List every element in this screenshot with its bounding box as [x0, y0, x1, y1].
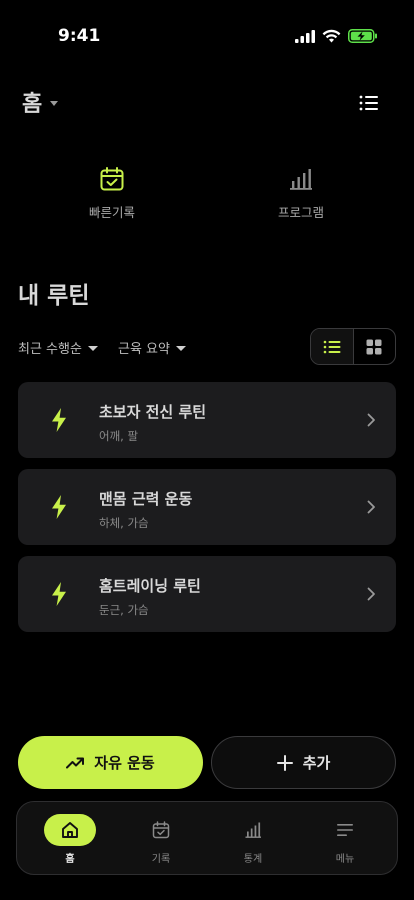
header: 홈 — [0, 86, 414, 122]
muscle-summary-dropdown[interactable]: 근육 요약 — [118, 338, 186, 357]
status-icons — [295, 29, 378, 43]
calendar-check-icon — [100, 167, 124, 191]
cellular-signal-icon — [295, 29, 315, 43]
tab-record-label: 기록 — [151, 854, 171, 865]
routine-muscles: 어깨, 팔 — [99, 429, 139, 443]
view-toggle — [310, 328, 396, 365]
tab-home-label: 홈 — [65, 854, 75, 865]
sort-filter-dropdown[interactable]: 최근 수행순 — [18, 338, 98, 357]
menu-lines-icon — [337, 824, 353, 836]
caret-down-icon — [87, 346, 98, 351]
tab-stats-icon-wrap — [227, 814, 279, 846]
routine-name: 초보자 전신 루틴 — [99, 403, 207, 421]
free-workout-label: 자유 운동 — [94, 754, 155, 772]
add-routine-button[interactable]: 추가 — [211, 736, 396, 789]
tab-home-icon-wrap — [44, 814, 96, 846]
lightning-bolt-icon — [52, 582, 66, 606]
home-title-dropdown[interactable]: 홈 — [22, 86, 59, 118]
add-label: 추가 — [302, 754, 331, 772]
routine-card[interactable]: 홈트레이닝 루틴 둔근, 가슴 — [18, 556, 396, 632]
caret-down-icon — [50, 100, 59, 106]
status-bar: 9:41 — [0, 0, 414, 74]
tab-record[interactable]: 기록 — [126, 814, 196, 865]
routine-name: 홈트레이닝 루틴 — [99, 577, 201, 595]
lightning-bolt-icon — [52, 408, 66, 432]
battery-charging-icon — [348, 29, 377, 43]
lightning-bolt-icon — [52, 495, 66, 519]
caret-down-icon — [175, 346, 186, 351]
tab-menu-label: 메뉴 — [335, 854, 355, 865]
free-workout-button[interactable]: 자유 운동 — [18, 736, 203, 789]
muscle-summary-label: 근육 요약 — [118, 342, 170, 357]
routine-name: 맨몸 근력 운동 — [99, 490, 193, 508]
tab-menu-icon-wrap — [319, 814, 371, 846]
list-view-button[interactable] — [311, 329, 353, 364]
chevron-right-icon — [367, 587, 375, 601]
tab-stats-label: 통계 — [243, 854, 263, 865]
quick-actions: 빠른기록 프로그램 — [0, 166, 414, 226]
wifi-icon — [322, 29, 341, 43]
filters-bar: 최근 수행순 근육 요약 — [18, 328, 396, 366]
list-icon — [323, 340, 341, 353]
home-icon — [62, 822, 78, 838]
program-label: 프로그램 — [277, 205, 324, 220]
routine-muscles: 하체, 가슴 — [99, 516, 149, 530]
routine-card[interactable]: 맨몸 근력 운동 하체, 가슴 — [18, 469, 396, 545]
my-routines-title: 내 루틴 — [18, 283, 90, 309]
routine-muscles: 둔근, 가슴 — [99, 603, 149, 617]
bottom-actions: 자유 운동 추가 — [18, 736, 396, 789]
tab-home[interactable]: 홈 — [35, 814, 105, 865]
quick-record-button[interactable]: 빠른기록 — [52, 166, 172, 221]
chevron-right-icon — [367, 413, 375, 427]
program-button[interactable]: 프로그램 — [241, 166, 361, 221]
bar-chart-icon — [290, 169, 312, 190]
routine-card[interactable]: 초보자 전신 루틴 어깨, 팔 — [18, 382, 396, 458]
routine-list: 초보자 전신 루틴 어깨, 팔 맨몸 근력 운동 하체, 가슴 홈트레이닝 루틴… — [18, 382, 396, 643]
grid-view-button[interactable] — [352, 329, 396, 364]
status-time: 9:41 — [58, 26, 101, 46]
list-icon — [359, 95, 378, 111]
list-menu-button[interactable] — [358, 92, 382, 116]
quick-record-label: 빠른기록 — [88, 205, 135, 220]
tab-menu[interactable]: 메뉴 — [310, 814, 380, 865]
sort-filter-label: 최근 수행순 — [18, 342, 82, 357]
calendar-check-icon — [152, 821, 170, 839]
page-title: 홈 — [22, 92, 43, 117]
plus-icon — [276, 754, 293, 771]
grid-icon — [366, 339, 382, 354]
tab-bar: 홈 기록 통계 메뉴 — [16, 801, 398, 875]
bar-chart-icon — [245, 822, 261, 838]
chevron-right-icon — [367, 500, 375, 514]
tab-record-icon-wrap — [135, 814, 187, 846]
tab-stats[interactable]: 통계 — [218, 814, 288, 865]
trending-up-icon — [66, 757, 85, 768]
